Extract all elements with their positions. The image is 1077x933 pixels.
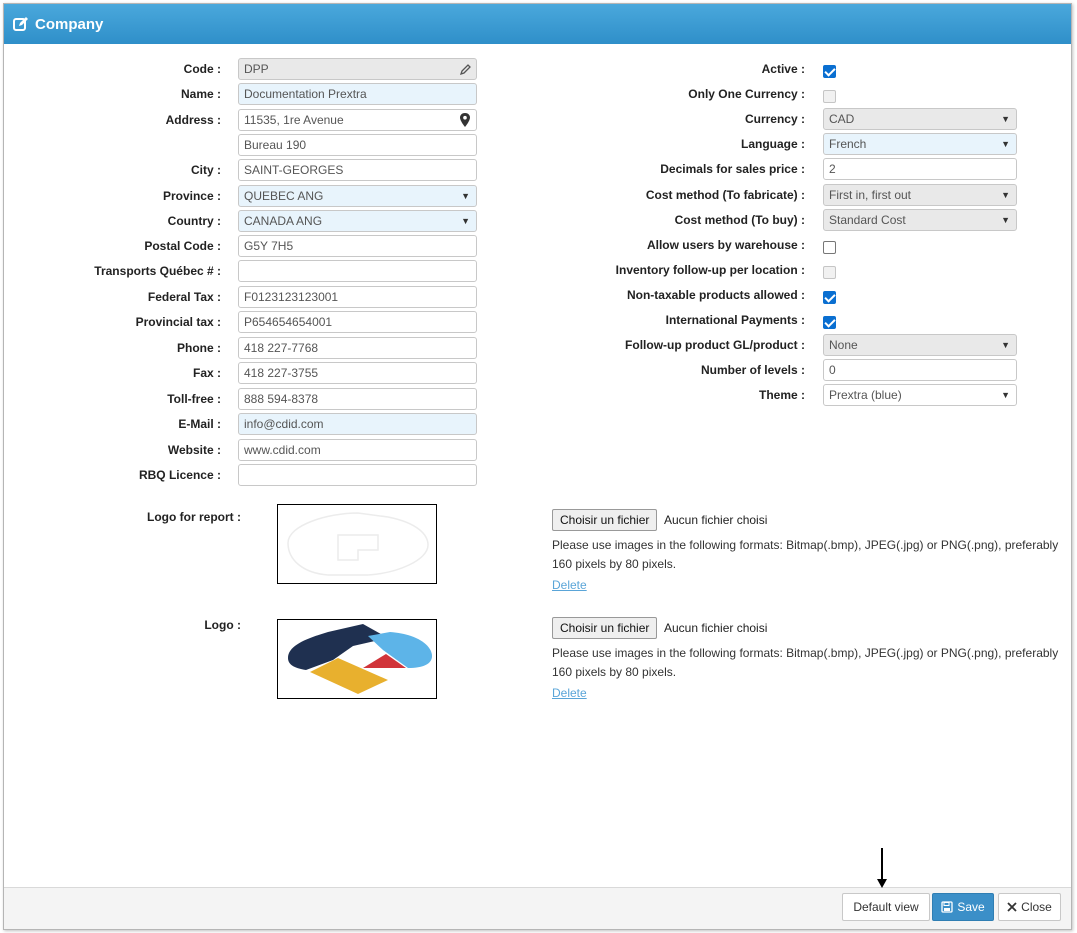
website-field[interactable]: www.cdid.com xyxy=(238,439,477,461)
city-label: City : xyxy=(191,163,221,177)
file-status-logo: Aucun fichier choisi xyxy=(664,621,768,635)
rbq-licence-field[interactable] xyxy=(238,464,477,486)
delete-logo-link[interactable]: Delete xyxy=(552,686,587,700)
floppy-disk-icon xyxy=(941,901,953,913)
federal-tax-label: Federal Tax : xyxy=(147,290,221,304)
map-marker-icon[interactable] xyxy=(454,110,476,130)
international-payments-label: International Payments : xyxy=(665,313,805,327)
fax-field[interactable]: 418 227-3755 xyxy=(238,362,477,384)
followup-gl-select[interactable]: None xyxy=(823,334,1017,356)
default-view-label: Default view xyxy=(853,900,919,914)
international-payments-checkbox[interactable] xyxy=(823,316,836,329)
postal-code-label: Postal Code : xyxy=(144,239,221,253)
file-status-report: Aucun fichier choisi xyxy=(664,513,768,527)
company-dialog: Company Code : DPP Name : Documentation … xyxy=(3,3,1072,930)
logo-report-image xyxy=(277,504,437,584)
fax-label: Fax : xyxy=(192,366,221,380)
address-line2-field[interactable]: Bureau 190 xyxy=(238,134,477,156)
allow-users-warehouse-checkbox[interactable] xyxy=(823,241,836,254)
cost-method-fabricate-select[interactable]: First in, first out xyxy=(823,184,1017,206)
province-select[interactable]: QUEBEC ANG xyxy=(238,185,477,207)
non-taxable-label: Non-taxable products allowed : xyxy=(626,288,805,302)
federal-tax-field[interactable]: F0123123123001 xyxy=(238,286,477,308)
currency-label: Currency : xyxy=(744,112,805,126)
delete-report-logo-link[interactable]: Delete xyxy=(552,578,587,592)
annotation-arrow-line xyxy=(881,848,883,881)
transports-quebec-field[interactable] xyxy=(238,260,477,282)
toll-free-field[interactable]: 888 594-8378 xyxy=(238,388,477,410)
decimals-label: Decimals for sales price : xyxy=(660,162,805,176)
pencil-icon[interactable] xyxy=(454,59,476,79)
title-bar: Company xyxy=(4,4,1071,44)
close-button[interactable]: Close xyxy=(998,893,1061,921)
logo-report-help: Please use images in the following forma… xyxy=(552,538,1059,571)
cost-method-fabricate-label: Cost method (To fabricate) : xyxy=(645,188,805,202)
provincial-tax-field[interactable]: P654654654001 xyxy=(238,311,477,333)
code-field[interactable]: DPP xyxy=(238,58,477,80)
choose-file-logo-button[interactable]: Choisir un fichier xyxy=(552,617,658,639)
phone-label: Phone : xyxy=(177,341,221,355)
language-label: Language : xyxy=(740,137,805,151)
non-taxable-checkbox[interactable] xyxy=(823,291,836,304)
phone-field[interactable]: 418 227-7768 xyxy=(238,337,477,359)
name-field[interactable]: Documentation Prextra xyxy=(238,83,477,105)
country-select[interactable]: CANADA ANG xyxy=(238,210,477,232)
toll-free-label: Toll-free : xyxy=(167,392,221,406)
number-of-levels-label: Number of levels : xyxy=(700,363,805,377)
logo-help: Please use images in the following forma… xyxy=(552,646,1059,679)
logo-label: Logo : xyxy=(204,618,241,632)
rbq-licence-label: RBQ Licence : xyxy=(138,468,221,482)
address-value: 11535, 1re Avenue xyxy=(244,113,344,127)
active-label: Active : xyxy=(761,62,805,76)
language-select[interactable]: French xyxy=(823,133,1017,155)
country-label: Country : xyxy=(167,214,221,228)
annotation-arrow-head xyxy=(877,879,887,888)
province-label: Province : xyxy=(162,189,221,203)
close-icon xyxy=(1007,902,1017,912)
postal-code-field[interactable]: G5Y 7H5 xyxy=(238,235,477,257)
address-label: Address : xyxy=(165,113,221,127)
allow-users-warehouse-label: Allow users by warehouse : xyxy=(646,238,805,252)
dialog-footer: Default view Save Close xyxy=(4,887,1071,929)
name-label: Name : xyxy=(180,87,221,101)
cost-method-buy-label: Cost method (To buy) : xyxy=(674,213,805,227)
currency-select[interactable]: CAD xyxy=(823,108,1017,130)
provincial-tax-label: Provincial tax : xyxy=(135,315,221,329)
only-one-currency-checkbox[interactable] xyxy=(823,90,836,103)
logo-report-label: Logo for report : xyxy=(147,510,241,524)
logo-report-watermark xyxy=(287,512,429,576)
email-field[interactable]: info@cdid.com xyxy=(238,413,477,435)
company-logo-graphic xyxy=(288,624,432,694)
decimals-field[interactable]: 2 xyxy=(823,158,1017,180)
followup-gl-label: Follow-up product GL/product : xyxy=(625,338,805,352)
address-field[interactable]: 11535, 1re Avenue xyxy=(238,109,477,131)
cost-method-buy-select[interactable]: Standard Cost xyxy=(823,209,1017,231)
inventory-followup-label: Inventory follow-up per location : xyxy=(615,263,805,277)
choose-file-report-button[interactable]: Choisir un fichier xyxy=(552,509,658,531)
active-checkbox[interactable] xyxy=(823,65,836,78)
close-label: Close xyxy=(1021,900,1052,914)
dialog-title: Company xyxy=(35,15,104,33)
city-field[interactable]: SAINT-GEORGES xyxy=(238,159,477,181)
only-one-currency-label: Only One Currency : xyxy=(688,87,805,101)
website-label: Website : xyxy=(167,443,221,457)
theme-label: Theme : xyxy=(758,388,805,402)
edit-icon xyxy=(13,17,28,31)
email-label: E-Mail : xyxy=(178,417,221,431)
default-view-button[interactable]: Default view xyxy=(842,893,930,921)
theme-select[interactable]: Prextra (blue) xyxy=(823,384,1017,406)
save-button[interactable]: Save xyxy=(932,893,994,921)
number-of-levels-field[interactable]: 0 xyxy=(823,359,1017,381)
logo-image xyxy=(277,619,437,699)
code-value: DPP xyxy=(244,62,269,76)
save-label: Save xyxy=(957,900,985,914)
transports-quebec-label: Transports Québec # : xyxy=(94,264,221,278)
code-label: Code : xyxy=(183,62,221,76)
inventory-followup-checkbox[interactable] xyxy=(823,266,836,279)
